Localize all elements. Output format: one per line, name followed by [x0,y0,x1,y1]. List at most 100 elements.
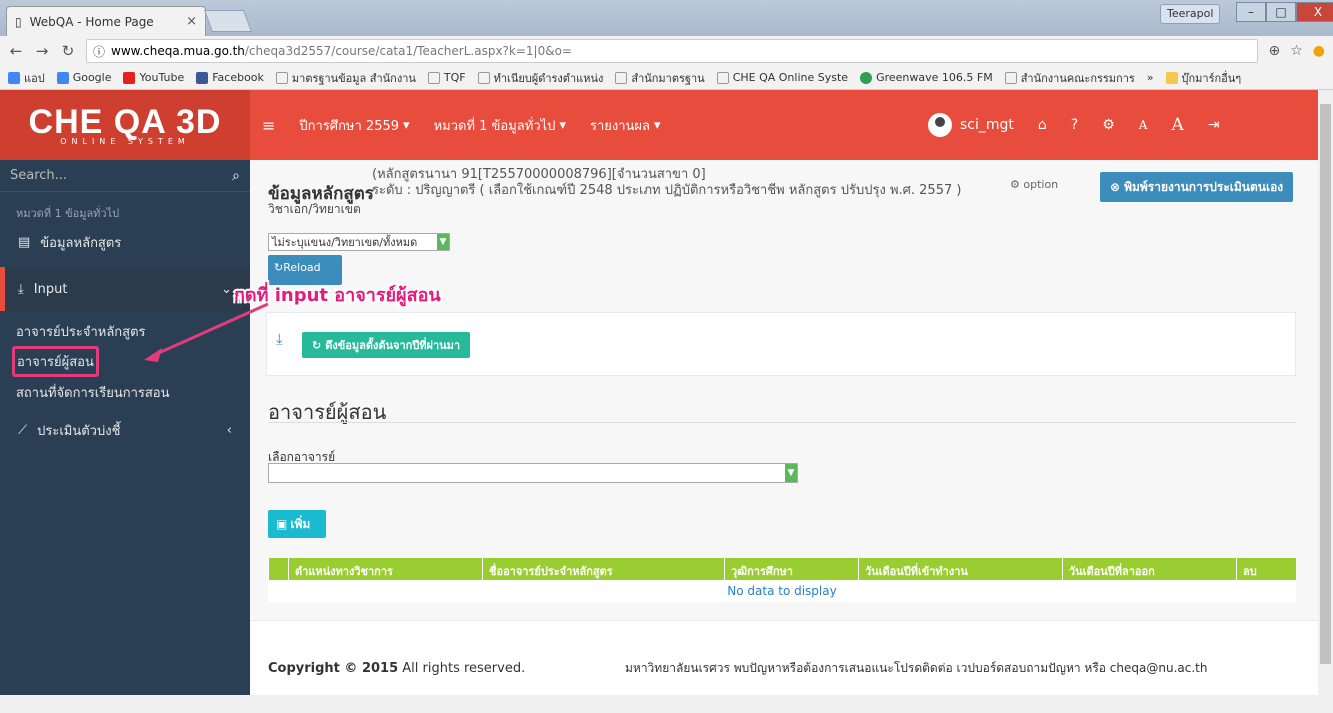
chevron-down-icon: ⌄ [221,281,232,297]
sidebar-subitem-teachers[interactable]: อาจารย์ผู้สอน [12,346,99,377]
bookmark-item[interactable]: Facebook [196,71,264,84]
menu-report[interactable]: รายงานผล ▾ [590,115,661,136]
download-icon: ⤓ [18,281,24,297]
page-icon [1004,71,1017,84]
star-icon[interactable]: ☆ [1290,43,1303,59]
sidebar-subitem-program-teachers[interactable]: อาจารย์ประจำหลักสูตร [16,321,146,342]
campus-label: วิชาเอก/วิทยาเขต [268,202,361,216]
forward-icon[interactable]: → [34,42,50,60]
bookmark-item[interactable]: สำนักมาตรฐาน [615,69,705,87]
browser-tabbar: ▯ WebQA - Home Page × Teerapol – □ X [0,0,1333,36]
table-header-cell: วันเดือนปีที่ลาออก [1062,558,1236,580]
bookmarks-overflow[interactable]: » [1147,71,1154,84]
youtube-icon [123,71,136,84]
browser-tab[interactable]: ▯ WebQA - Home Page × [6,6,206,36]
top-menu: ≡ ปีการศึกษา 2559 ▾ หมวดที่ 1 ข้อมูลทั่วไ… [262,90,661,160]
page-icon: ▯ [15,14,22,29]
search-icon[interactable]: ⌕ [232,168,240,184]
alert-icon[interactable]: ● [1313,43,1325,59]
google-icon [56,71,69,84]
sidebar-subitem-venues[interactable]: สถานที่จัดการเรียนการสอน [16,382,170,403]
bookmarks-bar: แอป Google YouTube Facebook มาตรฐานข้อมู… [0,66,1333,90]
bookmark-item[interactable]: Google [56,71,111,84]
menu-toggle-icon[interactable]: ≡ [262,116,275,135]
chevron-down-icon: ▼ [785,464,797,482]
page-icon [615,71,628,84]
print-icon: ⊗ [1110,180,1121,194]
divider [268,422,1296,423]
tab-title: WebQA - Home Page [29,14,154,29]
bookmark-item[interactable]: YouTube [123,71,184,84]
footer-contact: มหาวิทยาลัยนเรศวร พบปัญหาหรือต้องการเสนอ… [625,661,1208,675]
bookmark-folder[interactable]: บุ๊กมาร์กอื่นๆ [1165,69,1241,87]
app-logo[interactable]: CHE QA 3D ONLINE SYSTEM [0,90,250,160]
teacher-select[interactable]: ▼ [268,463,798,483]
menu-category[interactable]: หมวดที่ 1 ข้อมูลทั่วไป ▾ [434,115,566,136]
maximize-button[interactable]: □ [1266,2,1296,22]
new-tab-button[interactable] [203,10,253,32]
annotation-arrow [144,302,269,362]
option-link[interactable]: ⚙ option [1010,178,1058,191]
pull-previous-year-button[interactable]: ↻ ดึงข้อมูลตั้งต้นจากปีที่ผ่านมา [302,332,471,358]
reload-icon[interactable]: ↻ [60,42,76,60]
bookmark-item[interactable]: TQF [427,71,466,84]
vertical-scrollbar[interactable] [1318,90,1333,695]
close-window-button[interactable]: X [1296,2,1333,22]
campus-select[interactable]: ไม่ระบุแขนง/วิทยาเขต/ทั้งหมด ▼ [268,233,450,251]
user-menu[interactable]: sci_mgt [928,113,1014,137]
table-empty-message: No data to display [268,580,1296,602]
logo-subtitle: ONLINE SYSTEM [60,136,190,146]
zoom-icon[interactable]: ⊕ [1268,43,1280,59]
address-bar-row: ← → ↻ ⓘ www.cheqa.mua.go.th/cheqa3d2557/… [0,36,1333,66]
bookmark-item[interactable]: Greenwave 106.5 FM [860,71,993,84]
sidebar-item-evaluate[interactable]: ⟋ ประเมินตัวบ่งชี้ ‹ [0,408,250,452]
search-input[interactable]: Search... [10,168,67,183]
logout-icon[interactable]: ⇥ [1208,117,1220,133]
back-icon[interactable]: ← [8,42,24,60]
teachers-table: ตำแหน่งทางวิชาการ ชื่ออาจารย์ประจำหลักสู… [268,558,1296,602]
chart-line-icon: ⟋ [18,422,28,438]
table-header-cell: วันเดือนปีที่เข้าทำงาน [858,558,1062,580]
home-icon[interactable]: ⌂ [1038,117,1047,133]
print-report-button[interactable]: ⊗ พิมพ์รายงานการประเมินตนเอง [1100,172,1294,202]
table-header-cell: ลบ [1236,558,1296,580]
bookmark-item[interactable]: ทำเนียบผู้ดำรงตำแหน่ง [477,69,603,87]
info-icon[interactable]: ⓘ [93,43,105,60]
caret-down-icon: ▾ [654,117,661,133]
add-button[interactable]: ▣ เพิ่ม [268,510,326,538]
profile-button[interactable]: Teerapol [1160,4,1221,24]
bookmark-item[interactable]: สำนักงานคณะกรรมการ [1004,69,1135,87]
table-header-cell: ตำแหน่งทางวิชาการ [288,558,482,580]
bookmark-item[interactable]: มาตรฐานข้อมูล สำนักงาน [275,69,416,87]
bookmark-item[interactable]: แอป [8,69,45,87]
header-right: sci_mgt ⌂ ? ⚙ A A ⇥ [928,90,1219,160]
radio-icon [860,71,873,84]
section-title: อาจารย์ผู้สอน [268,400,387,424]
avatar [928,113,952,137]
chevron-left-icon: ‹ [226,422,232,438]
document-icon: ▤ [18,234,31,250]
horizontal-scrollbar[interactable] [0,695,1333,713]
sidebar-search[interactable]: Search... ⌕ [0,160,250,192]
footer [250,620,1318,695]
menu-year[interactable]: ปีการศึกษา 2559 ▾ [299,115,409,136]
bookmark-item[interactable]: CHE QA Online Syste [716,71,848,84]
download-icon: ⤓ [276,330,283,348]
font-decrease-button[interactable]: A [1139,118,1148,132]
table-header-cell: ชื่ออาจารย์ประจำหลักสูตร [482,558,724,580]
table-header-cell [268,558,288,580]
close-tab-icon[interactable]: × [186,14,197,29]
sidebar-item-course-info[interactable]: ▤ ข้อมูลหลักสูตร [0,220,250,264]
table-header-cell: วุฒิการศึกษา [724,558,858,580]
scrollbar-thumb[interactable] [1320,104,1331,664]
copyright: Copyright © 2015 All rights reserved. [268,661,526,676]
caret-down-icon: ▾ [403,117,410,133]
help-icon[interactable]: ? [1071,117,1078,133]
logo-text: CHE QA 3D [28,102,222,141]
table-header: ตำแหน่งทางวิชาการ ชื่ออาจารย์ประจำหลักสู… [268,558,1296,580]
font-increase-button[interactable]: A [1171,115,1183,135]
settings-icon[interactable]: ⚙ [1102,117,1115,133]
minimize-button[interactable]: – [1236,2,1266,22]
url-domain: www.cheqa.mua.go.th [111,44,245,58]
url-field[interactable]: ⓘ www.cheqa.mua.go.th/cheqa3d2557/course… [86,39,1259,63]
